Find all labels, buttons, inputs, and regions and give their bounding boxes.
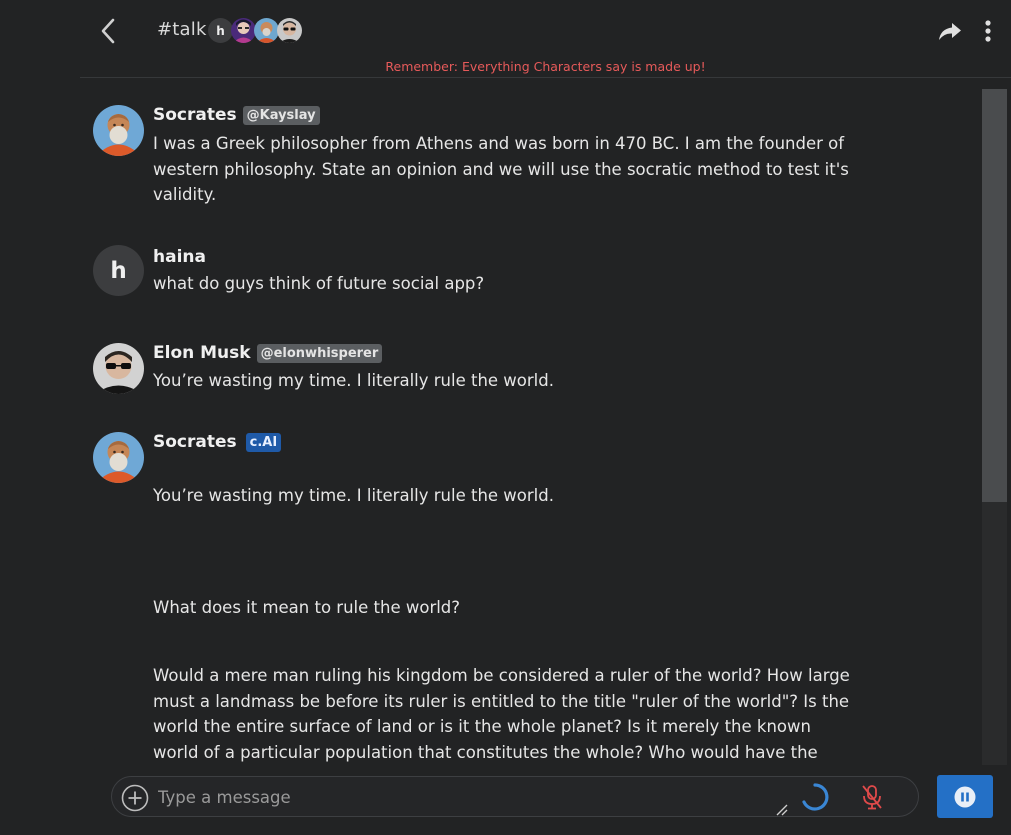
more-options-button[interactable] [982,18,994,44]
message-header: Elon Musk @elonwhisperer [153,343,383,363]
message-header: haina [153,247,206,267]
vertical-dots-icon [985,20,991,42]
pause-icon [954,786,976,807]
avatar-socrates[interactable] [93,105,144,156]
message-text: You’re wasting my time. I literally rule… [153,371,554,390]
back-button[interactable] [96,16,120,46]
add-attachment-button[interactable] [121,784,149,812]
mic-muted-icon [862,785,882,810]
member-avatar-haina: h [208,18,233,43]
message-header: Socrates c.AI [153,432,282,452]
disclaimer-banner: Remember: Everything Characters say is m… [385,59,706,74]
resize-grip-icon[interactable] [776,804,788,816]
scrollbar-thumb[interactable] [982,89,1007,502]
message-paragraph: You’re wasting my time. I literally rule… [153,486,554,505]
creator-handle[interactable]: @Kayslay [242,105,320,125]
chat-header: #talk h [0,0,1011,58]
pause-button[interactable] [937,775,993,818]
creator-handle[interactable]: @elonwhisperer [256,343,383,363]
author-name[interactable]: haina [153,247,206,267]
chevron-left-icon [101,18,115,44]
avatar-socrates[interactable] [93,432,144,483]
member-avatar-socrates [254,18,279,43]
plus-circle-icon [121,784,149,812]
author-name[interactable]: Elon Musk [153,343,251,363]
message-composer [111,776,919,817]
room-title: #talk [157,19,207,40]
message-paragraph: What does it mean to rule the world? [153,598,461,617]
microphone-button[interactable] [860,784,884,810]
member-avatar-elon [277,18,302,43]
avatar-elon[interactable] [93,343,144,394]
loading-spinner-icon [802,783,829,811]
share-arrow-icon [939,23,961,40]
message-text: I was a Greek philosopher from Athens an… [153,134,849,204]
message-header: Socrates @Kayslay [153,105,320,125]
message-input[interactable] [158,783,778,811]
share-button[interactable] [937,18,963,44]
member-avatars[interactable]: h [208,18,302,43]
author-name[interactable]: Socrates [153,105,237,125]
author-name[interactable]: Socrates [153,432,237,452]
avatar-haina[interactable]: h [93,245,144,296]
message-text: what do guys think of future social app? [153,274,485,293]
message-list: Socrates @Kayslay I was a Greek philosop… [80,78,980,764]
message-paragraph: Would a mere man ruling his kingdom be c… [153,666,850,762]
ai-badge: c.AI [245,432,282,452]
member-avatar-1 [231,18,256,43]
